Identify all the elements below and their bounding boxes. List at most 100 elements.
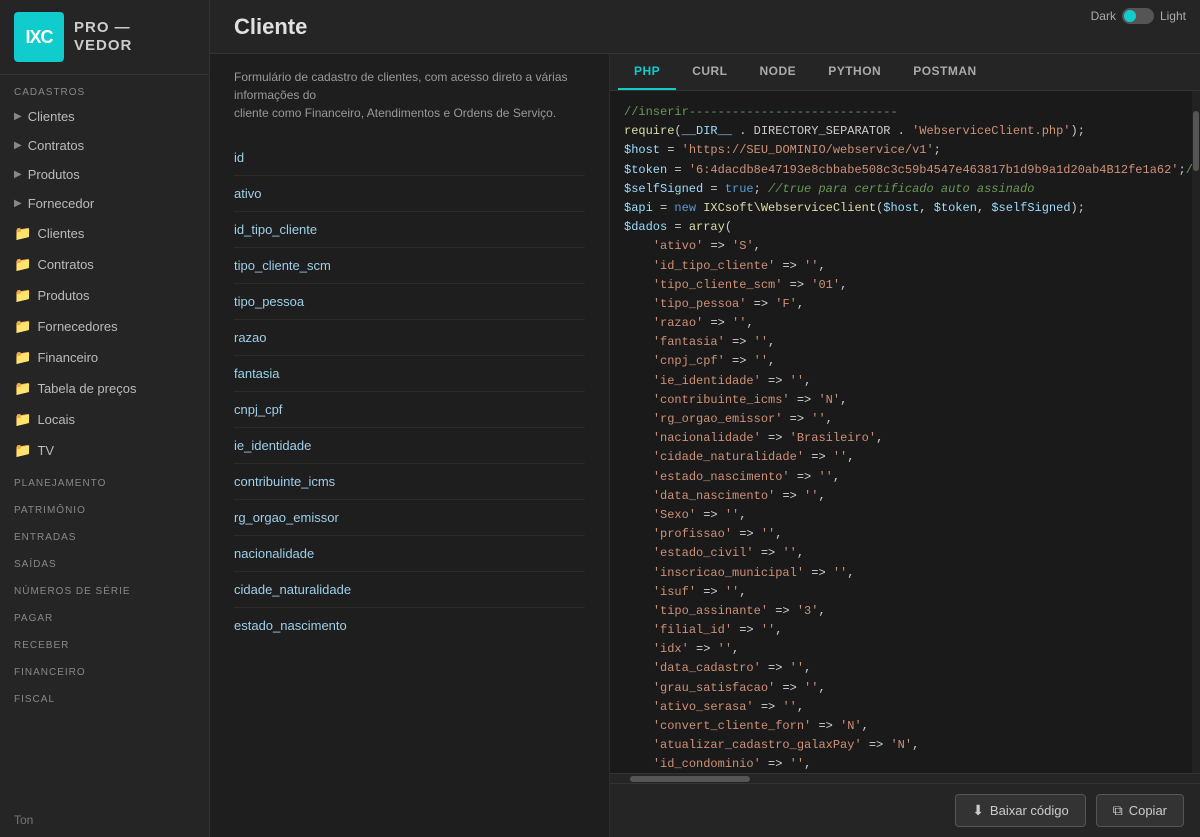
tab-php[interactable]: PHP xyxy=(618,54,676,90)
download-icon: ⬇ xyxy=(972,802,984,819)
scroll-thumb xyxy=(1193,111,1199,171)
logo-abbr: IXC xyxy=(25,27,52,48)
code-panel: PHP CURL NODE PYTHON POSTMAN //inserir--… xyxy=(610,54,1200,837)
sidebar-item-label: Contratos xyxy=(28,138,84,153)
section-receber-label: RECEBER xyxy=(0,628,209,655)
sidebar-item-label: Locais xyxy=(37,412,75,427)
field-tipo-cliente-scm: tipo_cliente_scm xyxy=(234,248,585,284)
field-id-tipo-cliente: id_tipo_cliente xyxy=(234,212,585,248)
tab-python[interactable]: PYTHON xyxy=(812,54,897,90)
folder-icon: 📁 xyxy=(14,318,31,335)
section-numeros-label: NÚMEROS DE SÉRIE xyxy=(0,574,209,601)
folder-icon: 📁 xyxy=(14,411,31,428)
field-tipo-pessoa: tipo_pessoa xyxy=(234,284,585,320)
field-id: id xyxy=(234,140,585,176)
field-ie-identidade: ie_identidade xyxy=(234,428,585,464)
chevron-icon: ▶ xyxy=(14,169,22,180)
download-button[interactable]: ⬇ Baixar código xyxy=(955,794,1086,827)
sidebar-item-fornecedor-expand[interactable]: ▶ Fornecedor xyxy=(0,189,209,218)
folder-icon: 📁 xyxy=(14,225,31,242)
sidebar-item-locais-folder[interactable]: 📁 Locais xyxy=(0,404,209,435)
tab-postman[interactable]: POSTMAN xyxy=(897,54,993,90)
folder-icon: 📁 xyxy=(14,349,31,366)
logo-line1: PRO — xyxy=(74,19,132,37)
logo-text: PRO — VEDOR xyxy=(74,19,132,55)
sidebar-item-clientes-folder[interactable]: 📁 Clientes xyxy=(0,218,209,249)
chevron-icon: ▶ xyxy=(14,140,22,151)
scrollbar-thumb-h xyxy=(630,776,750,782)
section-financeiro-label: FINANCEIRO xyxy=(0,655,209,682)
action-bar: ⬇ Baixar código ⧉ Copiar xyxy=(610,783,1200,837)
copy-button[interactable]: ⧉ Copiar xyxy=(1096,794,1184,827)
sidebar-item-tv-folder[interactable]: 📁 TV xyxy=(0,435,209,466)
logo: IXC PRO — VEDOR xyxy=(0,0,209,75)
content-area: Formulário de cadastro de clientes, com … xyxy=(210,54,1200,837)
sidebar: IXC PRO — VEDOR CADASTROS ▶ Clientes ▶ C… xyxy=(0,0,210,837)
fields-description: Formulário de cadastro de clientes, com … xyxy=(234,68,585,122)
code-scroll-inner: //inserir----------------------------- r… xyxy=(610,91,1200,773)
download-label: Baixar código xyxy=(990,803,1069,818)
logo-line2: VEDOR xyxy=(74,37,132,55)
sidebar-item-produtos-expand[interactable]: ▶ Produtos xyxy=(0,160,209,189)
sidebar-item-label: Fornecedor xyxy=(28,196,94,211)
tab-node[interactable]: NODE xyxy=(744,54,813,90)
sidebar-item-label: TV xyxy=(37,443,54,458)
tab-curl[interactable]: CURL xyxy=(676,54,743,90)
sidebar-item-tabela-folder[interactable]: 📁 Tabela de preços xyxy=(0,373,209,404)
sidebar-item-financeiro-folder[interactable]: 📁 Financeiro xyxy=(0,342,209,373)
sidebar-item-label: Produtos xyxy=(28,167,80,182)
main-content: Cliente Formulário de cadastro de client… xyxy=(210,0,1200,837)
sidebar-item-fornecedores-folder[interactable]: 📁 Fornecedores xyxy=(0,311,209,342)
section-planejamento-label: PLANEJAMENTO xyxy=(0,466,209,493)
field-nacionalidade: nacionalidade xyxy=(234,536,585,572)
logo-box: IXC xyxy=(14,12,64,62)
desc-line1: Formulário de cadastro de clientes, com … xyxy=(234,70,568,102)
chevron-icon: ▶ xyxy=(14,111,22,122)
sidebar-item-label: Produtos xyxy=(37,288,89,303)
sidebar-item-label: Tabela de preços xyxy=(37,381,136,396)
sidebar-item-produtos-folder[interactable]: 📁 Produtos xyxy=(0,280,209,311)
sidebar-item-label: Fornecedores xyxy=(37,319,117,334)
sidebar-item-label: Contratos xyxy=(37,257,93,272)
code-content: //inserir----------------------------- r… xyxy=(610,91,1200,773)
toggle-track[interactable] xyxy=(1122,8,1154,24)
field-razao: razao xyxy=(234,320,585,356)
sidebar-item-label: Financeiro xyxy=(37,350,98,365)
section-pagar-label: PAGAR xyxy=(0,601,209,628)
sidebar-item-label: Clientes xyxy=(28,109,75,124)
code-scroll-area[interactable]: //inserir----------------------------- r… xyxy=(610,91,1200,773)
folder-icon: 📁 xyxy=(14,256,31,273)
sidebar-bottom-text: Ton xyxy=(0,803,209,837)
section-fiscal-label: FISCAL xyxy=(0,682,209,709)
field-ativo: ativo xyxy=(234,176,585,212)
section-entradas-label: ENTRADAS xyxy=(0,520,209,547)
horizontal-scrollbar[interactable] xyxy=(610,773,1200,783)
desc-line2: cliente como Financeiro, Atendimentos e … xyxy=(234,106,556,120)
folder-icon: 📁 xyxy=(14,287,31,304)
field-cnpj-cpf: cnpj_cpf xyxy=(234,392,585,428)
theme-toggle[interactable]: Dark Light xyxy=(1091,8,1186,24)
field-estado-nascimento: estado_nascimento xyxy=(234,608,585,643)
fields-panel: Formulário de cadastro de clientes, com … xyxy=(210,54,610,837)
folder-icon: 📁 xyxy=(14,380,31,397)
dark-label: Dark xyxy=(1091,9,1116,23)
section-patrimonio-label: PATRIMÔNIO xyxy=(0,493,209,520)
vertical-scrollbar[interactable] xyxy=(1192,91,1200,773)
field-cidade-naturalidade: cidade_naturalidade xyxy=(234,572,585,608)
section-saidas-label: SAÍDAS xyxy=(0,547,209,574)
page-title: Cliente xyxy=(234,14,307,40)
code-tabs: PHP CURL NODE PYTHON POSTMAN xyxy=(610,54,1200,91)
field-rg-orgao-emissor: rg_orgao_emissor xyxy=(234,500,585,536)
copy-icon: ⧉ xyxy=(1113,802,1123,819)
toggle-thumb xyxy=(1124,10,1136,22)
field-contribuinte-icms: contribuinte_icms xyxy=(234,464,585,500)
sidebar-item-contratos-expand[interactable]: ▶ Contratos xyxy=(0,131,209,160)
chevron-icon: ▶ xyxy=(14,198,22,209)
folder-icon: 📁 xyxy=(14,442,31,459)
copy-label: Copiar xyxy=(1129,803,1167,818)
sidebar-item-contratos-folder[interactable]: 📁 Contratos xyxy=(0,249,209,280)
sidebar-item-clientes-expand[interactable]: ▶ Clientes xyxy=(0,102,209,131)
section-cadastros-label: CADASTROS xyxy=(0,75,209,102)
sidebar-item-label: Clientes xyxy=(37,226,84,241)
topbar: Cliente xyxy=(210,0,1200,54)
